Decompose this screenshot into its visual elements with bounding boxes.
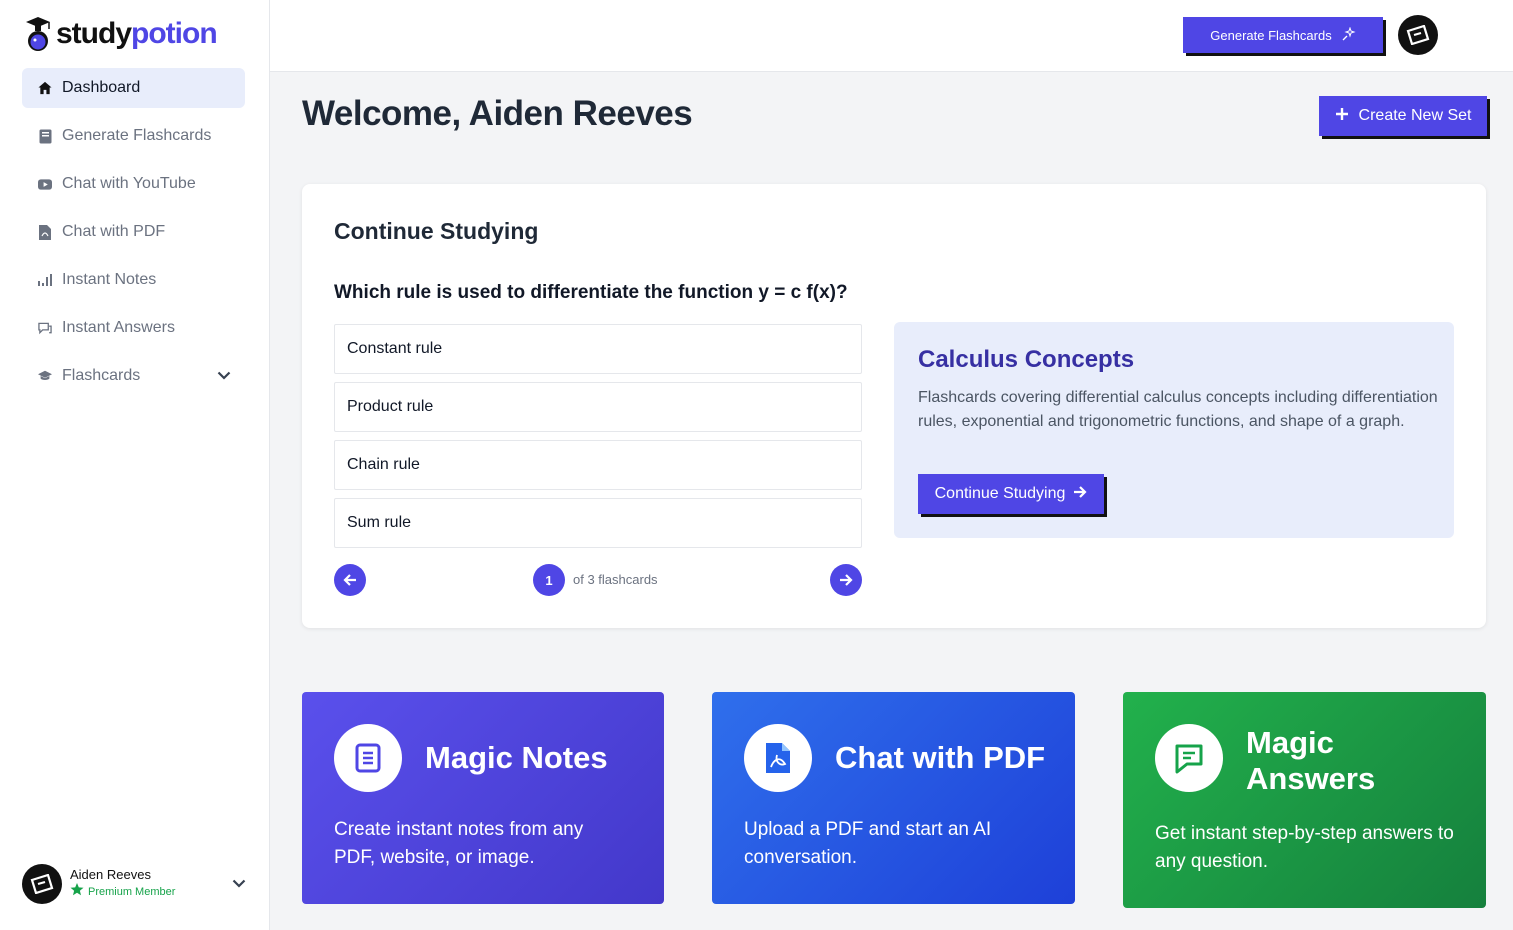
sidebar-nav: Dashboard Generate Flashcards Chat with … (22, 68, 245, 404)
set-description: Flashcards covering differential calculu… (918, 389, 1438, 430)
sidebar-item-chat-pdf[interactable]: Chat with PDF (22, 212, 245, 252)
answer-option[interactable]: Sum rule (334, 498, 862, 548)
chevron-down-icon[interactable] (217, 367, 231, 385)
feature-title: Chat with PDF (835, 740, 1046, 775)
set-title: Calculus Concepts (918, 346, 1135, 373)
continue-studying-button[interactable]: Continue Studying (918, 474, 1104, 514)
sidebar: studypotion Dashboard Generate Flashcard… (0, 0, 270, 930)
sidebar-item-flashcards[interactable]: Flashcards (22, 356, 245, 396)
document-icon (334, 724, 402, 792)
page-total: of 3 flashcards (573, 572, 658, 587)
plus-icon (1335, 107, 1349, 126)
arrow-left-icon (343, 574, 356, 586)
flashcard-pager: 1 of 3 flashcards (334, 564, 862, 596)
user-role: Premium Member (70, 883, 175, 901)
arrow-right-icon (1073, 485, 1087, 504)
sidebar-item-dashboard[interactable]: Dashboard (22, 68, 245, 108)
sidebar-item-label: Dashboard (62, 79, 141, 96)
feature-title: Magic Answers (1246, 725, 1376, 796)
answer-option[interactable]: Constant rule (334, 324, 862, 374)
chat-with-pdf-card[interactable]: Chat with PDF Upload a PDF and start an … (712, 692, 1075, 904)
feature-description: Upload a PDF and start an AI conversatio… (744, 819, 992, 868)
notes-icon (38, 273, 52, 287)
sidebar-item-label: Instant Notes (62, 271, 157, 288)
chat-icon (38, 321, 52, 335)
section-title: Continue Studying (334, 218, 539, 244)
answer-option[interactable]: Chain rule (334, 440, 862, 490)
potion-icon (26, 17, 50, 51)
sidebar-item-label: Chat with PDF (62, 223, 166, 240)
star-icon (70, 883, 84, 901)
sidebar-item-instant-answers[interactable]: Instant Answers (22, 308, 245, 348)
continue-studying-card: Continue Studying Which rule is used to … (302, 184, 1486, 628)
youtube-icon (38, 177, 52, 191)
message-icon (1155, 724, 1223, 792)
avatar (22, 864, 62, 904)
pdf-icon (38, 224, 52, 240)
logo-text: studypotion (56, 17, 218, 50)
feature-description: Create instant notes from any PDF, websi… (334, 819, 584, 868)
sidebar-item-label: Instant Answers (62, 319, 175, 336)
avatar[interactable] (1398, 15, 1438, 55)
chevron-down-icon[interactable] (232, 875, 246, 893)
generate-flashcards-button[interactable]: Generate Flashcards (1183, 17, 1383, 53)
page-title: Welcome, Aiden Reeves (302, 94, 693, 133)
page-number: 1 (533, 564, 565, 596)
sparkle-icon (1342, 25, 1356, 44)
user-name: Aiden Reeves (70, 867, 151, 882)
book-icon (38, 129, 52, 143)
sidebar-item-label: Generate Flashcards (62, 127, 212, 144)
sidebar-item-chat-youtube[interactable]: Chat with YouTube (22, 164, 245, 204)
answer-option[interactable]: Product rule (334, 382, 862, 432)
magic-answers-card[interactable]: Magic Answers Get instant step-by-step a… (1123, 692, 1486, 908)
pdf-icon (744, 724, 812, 792)
magic-notes-card[interactable]: Magic Notes Create instant notes from an… (302, 692, 664, 904)
flashcard-question: Which rule is used to differentiate the … (334, 282, 848, 303)
home-icon (38, 81, 52, 95)
next-button[interactable] (830, 564, 862, 596)
set-info: Calculus Concepts Flashcards covering di… (894, 322, 1454, 538)
sidebar-item-label: Chat with YouTube (62, 175, 196, 192)
logo[interactable]: studypotion (24, 16, 218, 52)
create-new-set-button[interactable]: Create New Set (1319, 96, 1487, 136)
previous-button[interactable] (334, 564, 366, 596)
feature-title: Magic Notes (425, 740, 608, 775)
arrow-right-icon (840, 574, 853, 586)
sidebar-item-instant-notes[interactable]: Instant Notes (22, 260, 245, 300)
answer-options: Constant rule Product rule Chain rule Su… (334, 324, 862, 556)
graduation-cap-icon (38, 369, 52, 383)
feature-description: Get instant step-by-step answers to any … (1155, 823, 1454, 872)
sidebar-item-label: Flashcards (62, 367, 141, 384)
topbar: Generate Flashcards (270, 0, 1513, 72)
user-menu[interactable]: Aiden Reeves Premium Member (22, 863, 252, 905)
sidebar-item-generate-flashcards[interactable]: Generate Flashcards (22, 116, 245, 156)
